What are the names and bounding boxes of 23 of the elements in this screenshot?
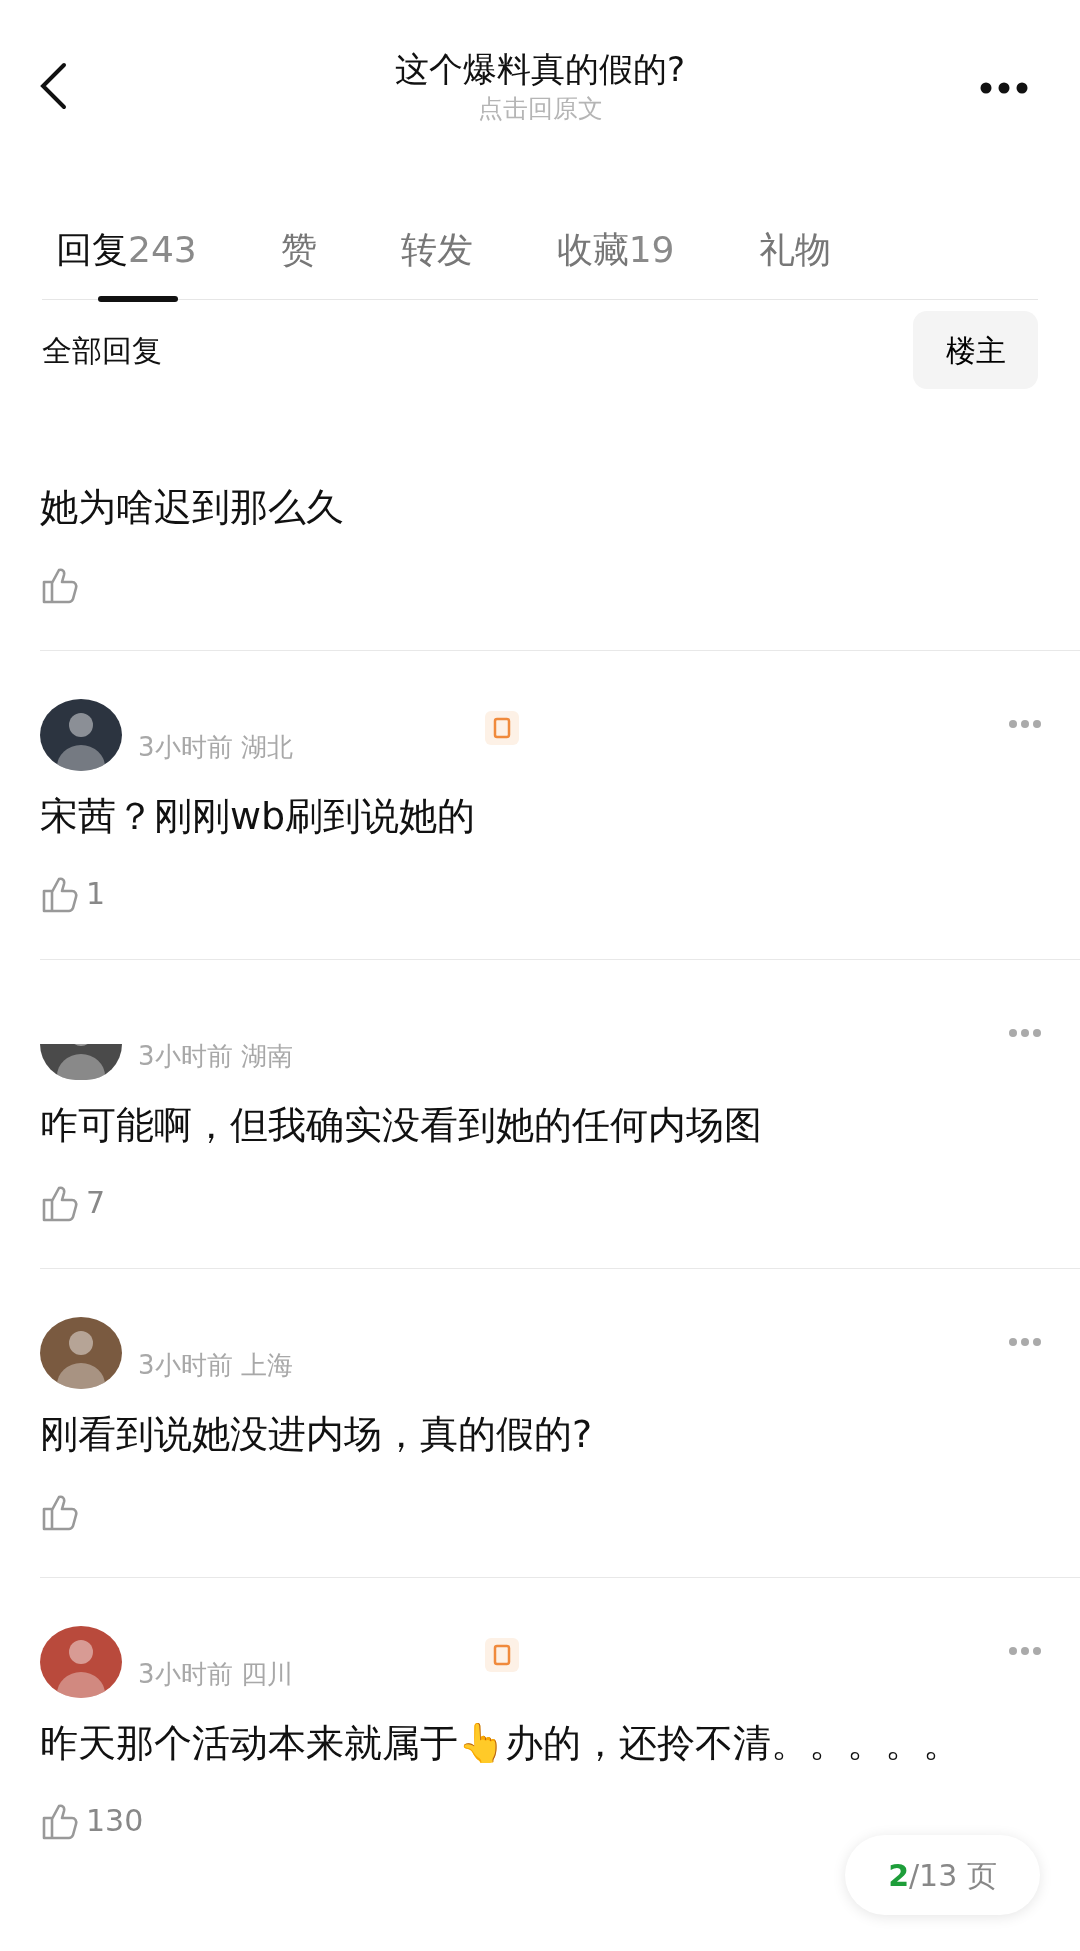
- comment-meta: 3小时前 湖北: [138, 731, 293, 764]
- filter-button[interactable]: 楼主: [913, 311, 1038, 389]
- page-title: 这个爆料真的假的?: [394, 48, 685, 90]
- tab[interactable]: 收藏19: [556, 200, 675, 300]
- comment-meta: 3小时前 上海: [138, 1349, 293, 1382]
- tab[interactable]: 回复243: [56, 200, 197, 300]
- comment-text: 昨天那个活动本来就属于👆办的，还拎不清。。。。。: [40, 1720, 962, 1767]
- section-title: 全部回复: [42, 331, 162, 370]
- like-count: 130: [86, 1802, 144, 1840]
- tab[interactable]: 赞: [280, 200, 317, 300]
- more-icon[interactable]: [980, 82, 1028, 94]
- comment-text: 刚看到说她没进内场，真的假的?: [40, 1411, 594, 1458]
- tab[interactable]: 礼物: [758, 200, 831, 300]
- comment-text: 她为啥迟到那么久: [40, 484, 345, 531]
- comment-meta: 3小时前 四川: [138, 1658, 293, 1691]
- comment-text: 宋茜？刚刚wb刷到说她的: [40, 793, 477, 840]
- like-count: 1: [86, 875, 106, 913]
- like-count: 7: [86, 1184, 106, 1222]
- back-icon[interactable]: [38, 62, 68, 110]
- comment-meta: 3小时前 湖南: [138, 1040, 293, 1073]
- comment-text: 咋可能啊，但我确实没看到她的任何内场图: [40, 1102, 763, 1149]
- tab[interactable]: 转发: [400, 200, 473, 300]
- page-indicator[interactable]: 2/13 页: [845, 1835, 1040, 1915]
